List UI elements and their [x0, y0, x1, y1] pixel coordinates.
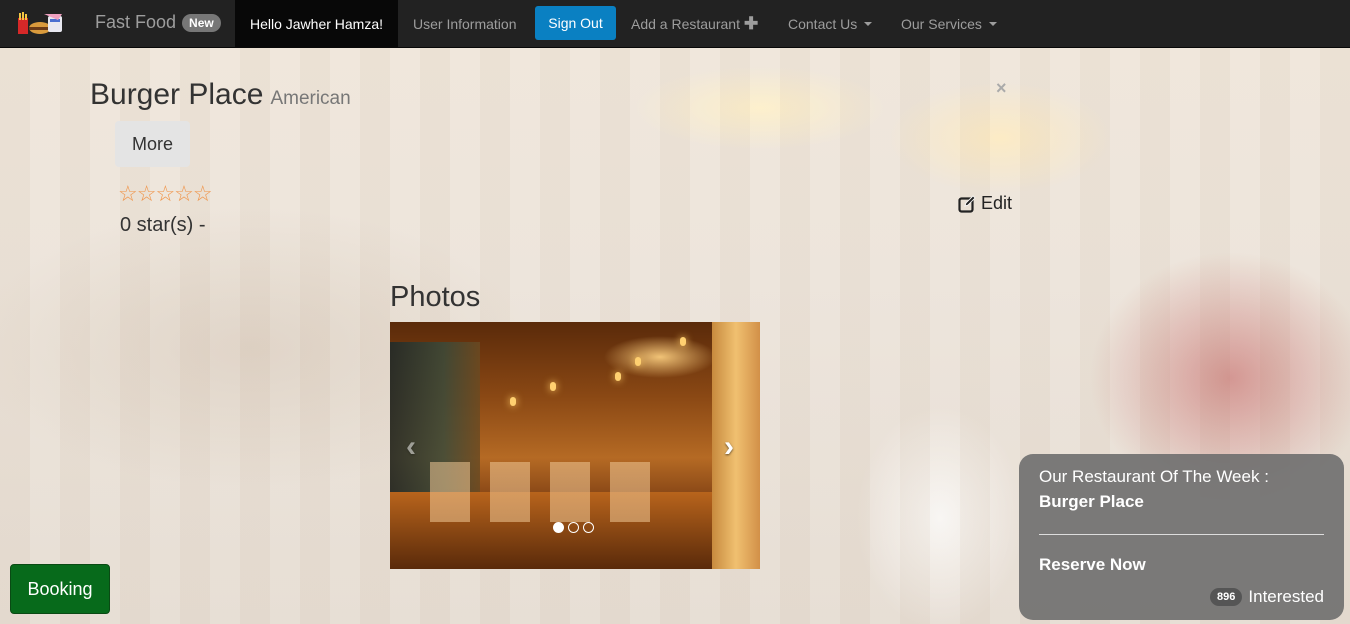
nav-our-services-dropdown[interactable]: Our Services	[901, 0, 997, 48]
edit-label: Edit	[981, 193, 1013, 213]
edit-icon	[958, 194, 976, 213]
photos-heading: Photos	[390, 281, 481, 313]
rating-stars[interactable]: ☆☆☆☆☆	[118, 181, 213, 207]
interested-counter[interactable]: 896 Interested	[1210, 587, 1324, 607]
photo-carousel[interactable]: ‹ ›	[390, 322, 760, 569]
week-panel-title: Our Restaurant Of The Week :	[1039, 467, 1269, 486]
fast-food-logo-icon[interactable]	[14, 10, 66, 40]
nav-contact-us-dropdown[interactable]: Contact Us	[788, 0, 873, 48]
sign-out-button[interactable]: Sign Out	[535, 6, 616, 40]
nav-user-information-label: User Information	[413, 16, 517, 32]
carousel-image-detail	[550, 382, 556, 391]
carousel-image-detail	[615, 372, 621, 381]
interested-count-badge: 896	[1210, 588, 1243, 606]
new-badge: New	[182, 13, 221, 32]
restaurant-name: Burger Place	[90, 78, 264, 111]
brand[interactable]: Fast Food New	[95, 12, 221, 33]
rating-text: 0 star(s) -	[120, 214, 206, 236]
week-restaurant-name[interactable]: Burger Place	[1039, 492, 1144, 512]
carousel-indicator-2[interactable]	[568, 522, 579, 533]
divider	[1039, 534, 1324, 535]
restaurant-of-the-week-panel: Our Restaurant Of The Week : Burger Plac…	[1019, 454, 1344, 620]
carousel-image-detail	[430, 462, 670, 522]
caret-down-icon	[988, 22, 997, 26]
edit-link[interactable]: Edit	[958, 193, 1012, 214]
nav-user-information[interactable]: User Information	[413, 0, 516, 48]
chevron-right-icon[interactable]: ›	[724, 430, 734, 464]
interested-label: Interested	[1248, 587, 1324, 606]
carousel-image-detail	[635, 357, 641, 366]
caret-down-icon	[864, 22, 873, 26]
carousel-indicator-3[interactable]	[583, 522, 594, 533]
carousel-image-detail	[510, 397, 516, 406]
booking-button[interactable]: Booking	[10, 564, 110, 614]
plus-icon: ✚	[743, 14, 759, 33]
nav-our-services-label: Our Services	[901, 16, 982, 32]
greeting-nav-item[interactable]: Hello Jawher Hamza!	[235, 0, 398, 48]
carousel-indicator-1[interactable]	[553, 522, 564, 533]
carousel-image-detail	[680, 337, 686, 346]
carousel-image-detail	[712, 322, 760, 569]
nav-add-restaurant-label: Add a Restaurant	[631, 16, 740, 32]
restaurant-cuisine: American	[270, 88, 351, 109]
close-icon[interactable]: ×	[996, 78, 1007, 99]
restaurant-title: Burger Place American	[90, 78, 351, 112]
reserve-now-link[interactable]: Reserve Now	[1039, 555, 1146, 575]
brand-name: Fast Food	[95, 12, 177, 32]
more-button[interactable]: More	[115, 121, 190, 167]
nav-contact-us-label: Contact Us	[788, 16, 858, 32]
top-navbar: Fast Food New Hello Jawher Hamza! User I…	[0, 0, 1350, 48]
carousel-indicators	[553, 522, 594, 533]
chevron-left-icon[interactable]: ‹	[406, 430, 416, 464]
nav-add-restaurant[interactable]: Add a Restaurant ✚	[631, 0, 758, 48]
